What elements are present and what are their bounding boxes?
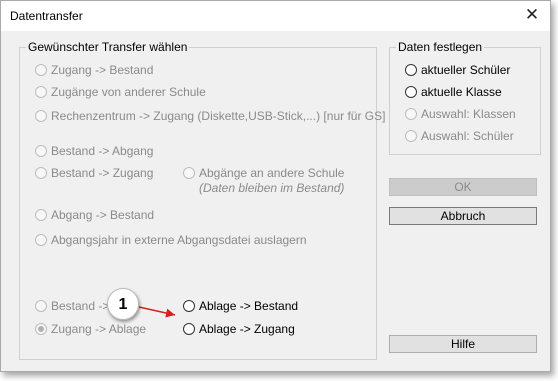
- dialog-window: Datentransfer ✕ Gewünschter Transfer wäh…: [0, 0, 551, 372]
- callout-arrow: [138, 306, 176, 318]
- callout-badge: 1: [107, 288, 139, 320]
